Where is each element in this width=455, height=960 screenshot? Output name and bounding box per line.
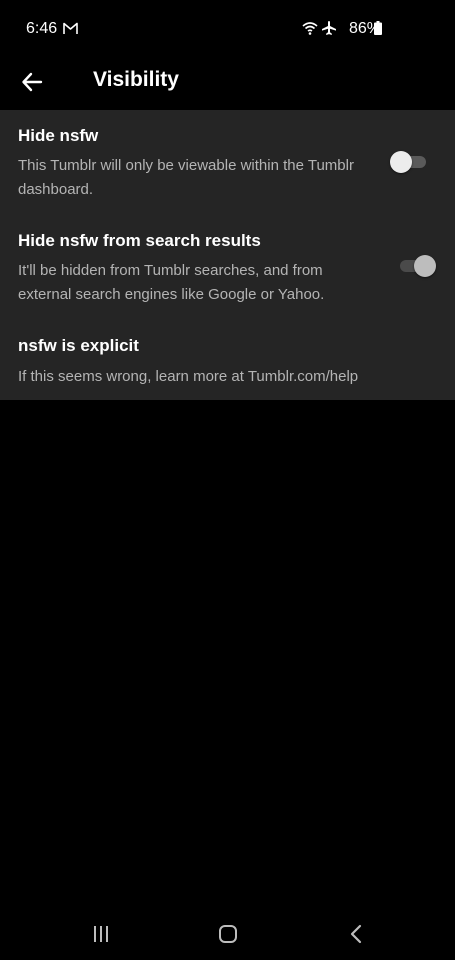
setting-title: Hide nsfw from search results <box>18 231 261 250</box>
setting-description: If this seems wrong, learn more at Tumbl… <box>18 368 359 385</box>
status-bar: 6:46 86% <box>0 0 455 56</box>
gmail-icon <box>63 22 78 34</box>
airplane-mode-icon <box>322 21 336 35</box>
setting-title: Hide nsfw <box>18 126 99 145</box>
setting-description: This Tumblr will only be viewable within… <box>18 157 354 198</box>
back-button[interactable] <box>14 64 50 100</box>
nav-back-icon <box>350 924 362 944</box>
status-time: 6:46 <box>26 20 58 37</box>
arrow-left-icon <box>22 72 43 92</box>
settings-panel: Hide nsfw This Tumblr will only be viewa… <box>0 110 455 400</box>
wifi-icon <box>302 22 318 35</box>
setting-hide-nsfw[interactable]: Hide nsfw This Tumblr will only be viewa… <box>0 110 455 214</box>
home-button[interactable] <box>208 918 248 950</box>
nav-back-button[interactable] <box>336 918 376 950</box>
setting-hide-nsfw-search[interactable]: Hide nsfw from search results It'll be h… <box>0 214 455 320</box>
home-icon <box>219 925 237 943</box>
recents-icon <box>94 926 108 942</box>
toggle-thumb <box>390 151 412 173</box>
setting-nsfw-explicit: nsfw is explicit If this seems wrong, le… <box>0 320 455 400</box>
app-header: Visibility <box>0 56 455 110</box>
hide-nsfw-toggle[interactable] <box>390 150 430 174</box>
page-title: Visibility <box>93 68 179 91</box>
recents-button[interactable] <box>81 918 121 950</box>
setting-description: It'll be hidden from Tumblr searches, an… <box>18 262 325 303</box>
toggle-thumb <box>414 255 436 277</box>
setting-title: nsfw is explicit <box>18 336 139 355</box>
battery-icon <box>374 21 382 35</box>
hide-nsfw-search-toggle[interactable] <box>396 254 436 278</box>
navigation-bar <box>0 906 455 960</box>
